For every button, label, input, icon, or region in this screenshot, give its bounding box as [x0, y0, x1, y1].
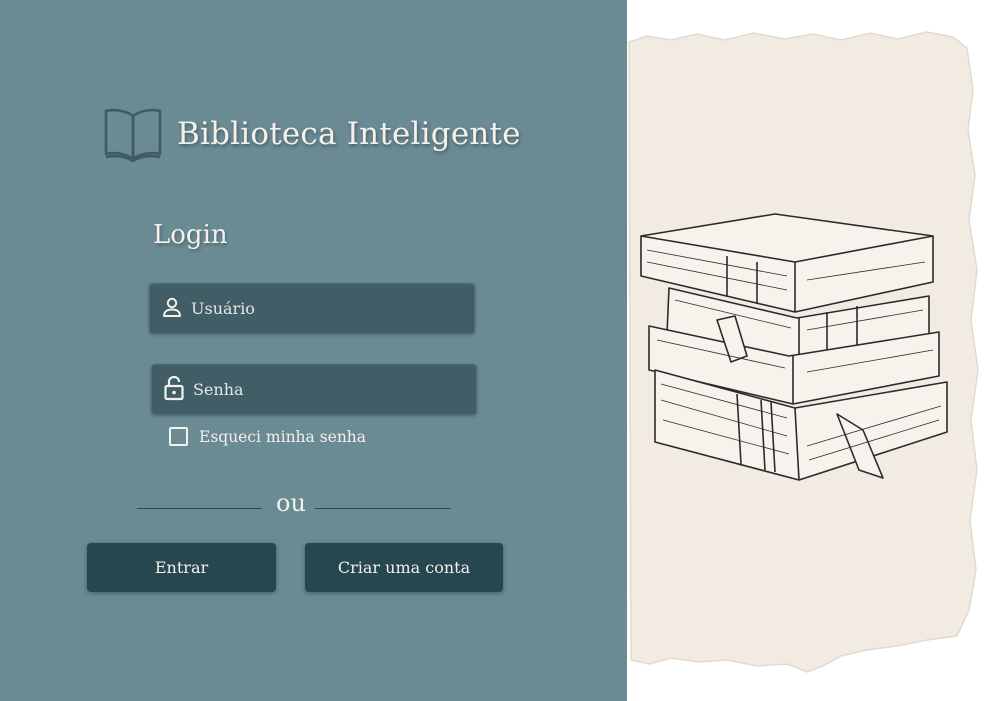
login-panel: Biblioteca Inteligente Login Esqueci min… — [0, 0, 627, 701]
lock-icon — [152, 375, 185, 405]
username-field[interactable] — [149, 283, 475, 334]
forgot-password-option[interactable]: Esqueci minha senha — [169, 427, 366, 446]
brand: Biblioteca Inteligente — [103, 106, 521, 162]
login-heading: Login — [153, 220, 228, 250]
open-book-icon — [103, 106, 163, 162]
forgot-password-label: Esqueci minha senha — [199, 427, 367, 446]
divider-or-text: ou — [276, 489, 306, 517]
app-title: Biblioteca Inteligente — [177, 116, 521, 152]
divider-right — [315, 508, 451, 509]
password-input[interactable] — [193, 380, 453, 399]
forgot-password-checkbox[interactable] — [169, 427, 188, 446]
password-field[interactable] — [151, 364, 477, 415]
login-button[interactable]: Entrar — [87, 543, 276, 592]
divider-left — [137, 508, 262, 509]
illustration-panel — [627, 0, 989, 701]
username-input[interactable] — [191, 299, 451, 318]
torn-paper-illustration — [628, 31, 979, 673]
create-account-button[interactable]: Criar uma conta — [305, 543, 503, 592]
person-icon — [150, 296, 183, 322]
